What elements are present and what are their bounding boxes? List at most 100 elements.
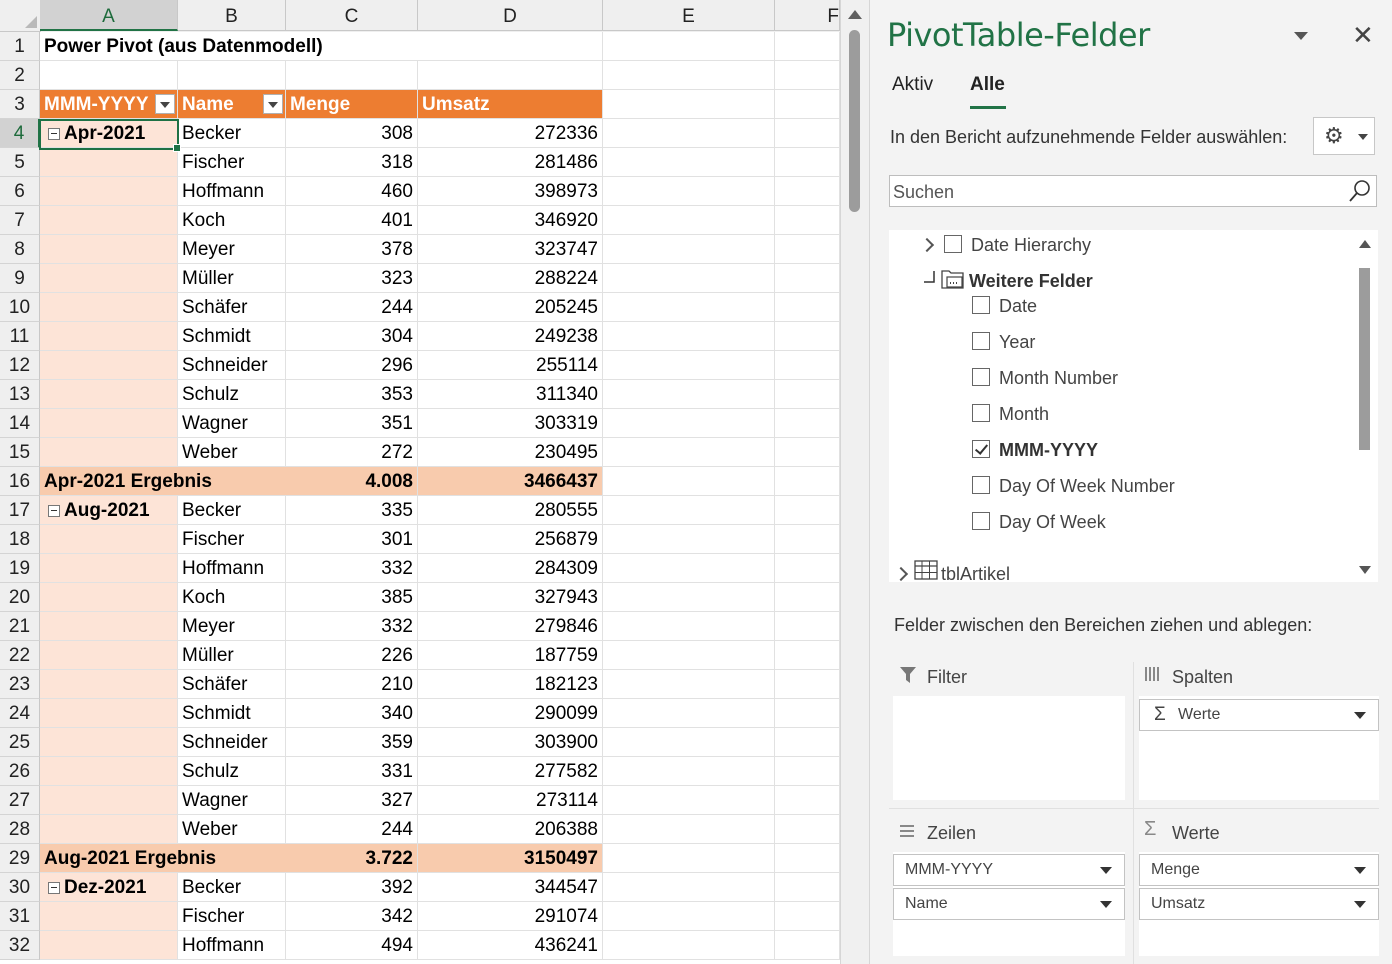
name-cell[interactable]: Hoffmann <box>178 177 286 206</box>
scroll-thumb[interactable] <box>1359 268 1370 450</box>
cell[interactable] <box>40 380 178 409</box>
chevron-down-icon[interactable] <box>1100 901 1112 908</box>
field-table-tblartikel[interactable]: tblArtikel <box>941 559 1010 582</box>
search-icon[interactable] <box>1348 179 1372 203</box>
cell[interactable] <box>775 670 840 699</box>
spreadsheet-grid[interactable]: A B C D E F 1 Power Pivot (aus Datenmode… <box>0 0 840 964</box>
cell[interactable] <box>603 322 775 351</box>
menge-cell[interactable]: 304 <box>286 322 418 351</box>
cell[interactable] <box>40 351 178 380</box>
cell[interactable] <box>603 148 775 177</box>
cell[interactable] <box>603 351 775 380</box>
row-header[interactable]: 31 <box>0 902 40 931</box>
cell[interactable] <box>775 90 840 119</box>
name-cell[interactable]: Müller <box>178 264 286 293</box>
row-header[interactable]: 8 <box>0 235 40 264</box>
cell[interactable] <box>775 815 840 844</box>
field-mmm-yyyy[interactable]: MMM-YYYY <box>999 435 1098 465</box>
field-year[interactable]: Year <box>999 327 1035 357</box>
cell[interactable] <box>40 583 178 612</box>
cell[interactable] <box>40 641 178 670</box>
group-cell[interactable]: Dez-2021 <box>40 873 178 902</box>
name-cell[interactable]: Becker <box>178 496 286 525</box>
cell[interactable] <box>775 641 840 670</box>
menge-cell[interactable]: 351 <box>286 409 418 438</box>
cell[interactable] <box>775 728 840 757</box>
umsatz-cell[interactable]: 291074 <box>418 902 603 931</box>
cell[interactable] <box>603 293 775 322</box>
menge-cell[interactable]: 392 <box>286 873 418 902</box>
cell[interactable] <box>775 931 840 960</box>
cell[interactable] <box>40 786 178 815</box>
menge-cell[interactable]: 296 <box>286 351 418 380</box>
umsatz-cell[interactable]: 346920 <box>418 206 603 235</box>
cell[interactable] <box>775 467 840 496</box>
field-day-of-week-number[interactable]: Day Of Week Number <box>999 471 1175 501</box>
umsatz-cell[interactable]: 327943 <box>418 583 603 612</box>
field-month-number[interactable]: Month Number <box>999 363 1118 393</box>
cell[interactable] <box>775 902 840 931</box>
row-header[interactable]: 2 <box>0 61 40 90</box>
menge-cell[interactable]: 244 <box>286 815 418 844</box>
name-cell[interactable]: Koch <box>178 206 286 235</box>
cell[interactable] <box>603 496 775 525</box>
umsatz-cell[interactable]: 303319 <box>418 409 603 438</box>
umsatz-cell[interactable]: 288224 <box>418 264 603 293</box>
subtotal-umsatz-cell[interactable]: 3150497 <box>418 844 603 873</box>
cell[interactable] <box>775 525 840 554</box>
scroll-thumb[interactable] <box>849 30 860 212</box>
sheet-vertical-scrollbar[interactable] <box>840 0 870 964</box>
row-header[interactable]: 22 <box>0 641 40 670</box>
row-header[interactable]: 17 <box>0 496 40 525</box>
name-cell[interactable]: Fischer <box>178 902 286 931</box>
cell[interactable] <box>40 728 178 757</box>
column-header-a[interactable]: A <box>40 0 178 31</box>
row-header[interactable]: 10 <box>0 293 40 322</box>
umsatz-cell[interactable]: 249238 <box>418 322 603 351</box>
cell[interactable] <box>603 699 775 728</box>
cell[interactable] <box>603 235 775 264</box>
cell[interactable] <box>775 757 840 786</box>
menge-cell[interactable]: 378 <box>286 235 418 264</box>
checkbox-day-of-week[interactable] <box>972 512 990 530</box>
subtotal-menge-cell[interactable]: 4.008 <box>286 467 418 496</box>
values-field-menge[interactable]: Menge <box>1139 854 1379 886</box>
field-date-hierarchy[interactable]: Date Hierarchy <box>971 230 1091 260</box>
subtotal-label-cell[interactable]: Apr-2021 Ergebnis <box>40 467 286 496</box>
menge-cell[interactable]: 460 <box>286 177 418 206</box>
cell[interactable] <box>775 293 840 322</box>
header-cell-mmm-yyyy[interactable]: MMM-YYYY <box>40 90 178 119</box>
umsatz-cell[interactable]: 230495 <box>418 438 603 467</box>
cell[interactable] <box>603 815 775 844</box>
cell[interactable] <box>775 206 840 235</box>
menge-cell[interactable]: 332 <box>286 554 418 583</box>
cell[interactable] <box>603 61 775 90</box>
cell[interactable] <box>286 61 418 90</box>
cell[interactable] <box>603 786 775 815</box>
pane-options-chevron-icon[interactable] <box>1294 32 1308 40</box>
scroll-up-arrow-icon[interactable] <box>848 10 862 19</box>
cell[interactable] <box>775 351 840 380</box>
column-header-e[interactable]: E <box>603 0 775 31</box>
menge-cell[interactable]: 244 <box>286 293 418 322</box>
columns-field-werte[interactable]: Σ Werte <box>1139 699 1379 731</box>
row-header[interactable]: 26 <box>0 757 40 786</box>
row-header[interactable]: 1 <box>0 32 40 61</box>
collapse-toggle-icon[interactable] <box>48 882 60 894</box>
filter-dropdown-button[interactable] <box>155 94 175 114</box>
filter-dropdown-button[interactable] <box>263 94 283 114</box>
name-cell[interactable]: Koch <box>178 583 286 612</box>
row-header[interactable]: 14 <box>0 409 40 438</box>
row-header[interactable]: 25 <box>0 728 40 757</box>
umsatz-cell[interactable]: 182123 <box>418 670 603 699</box>
field-month[interactable]: Month <box>999 399 1049 429</box>
cell[interactable] <box>40 61 178 90</box>
cell[interactable] <box>775 119 840 148</box>
row-header[interactable]: 30 <box>0 873 40 902</box>
name-cell[interactable]: Meyer <box>178 612 286 641</box>
row-header[interactable]: 6 <box>0 177 40 206</box>
cell[interactable] <box>603 409 775 438</box>
search-input[interactable] <box>891 179 1335 205</box>
tools-settings-button[interactable]: ⚙ <box>1313 117 1375 155</box>
row-header[interactable]: 9 <box>0 264 40 293</box>
